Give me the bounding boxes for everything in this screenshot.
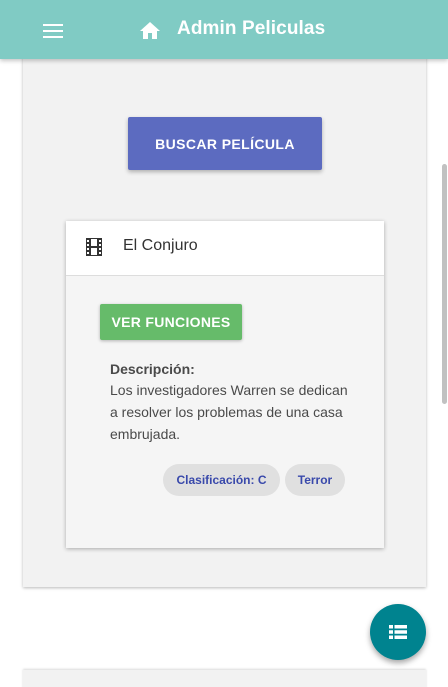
app-title: Admin Peliculas: [177, 18, 326, 39]
description-label: Descripción:: [110, 361, 195, 377]
movie-card: El Conjuro VER FUNCIONES Descripción: Lo…: [66, 221, 384, 548]
list-fab-button[interactable]: [370, 604, 426, 660]
next-content-panel: [23, 670, 426, 687]
app-window: Admin Peliculas BUSCAR PELÍCULA El Conju…: [0, 0, 448, 687]
movie-card-header: El Conjuro: [66, 221, 384, 276]
list-icon: [389, 625, 407, 639]
menu-icon: [43, 24, 63, 38]
home-icon[interactable]: [138, 19, 162, 43]
scrollbar-thumb[interactable]: [442, 164, 447, 404]
search-movie-button[interactable]: BUSCAR PELÍCULA: [128, 117, 322, 170]
view-functions-button[interactable]: VER FUNCIONES: [100, 304, 242, 340]
description-text: Los investigadores Warren se dedican a r…: [110, 382, 348, 442]
menu-button[interactable]: [39, 17, 67, 45]
app-bar: Admin Peliculas: [0, 0, 448, 59]
genre-chip[interactable]: Terror: [285, 464, 345, 496]
classification-chip[interactable]: Clasificación: C: [163, 464, 280, 496]
film-icon: [86, 238, 102, 256]
movie-title: El Conjuro: [123, 237, 198, 254]
